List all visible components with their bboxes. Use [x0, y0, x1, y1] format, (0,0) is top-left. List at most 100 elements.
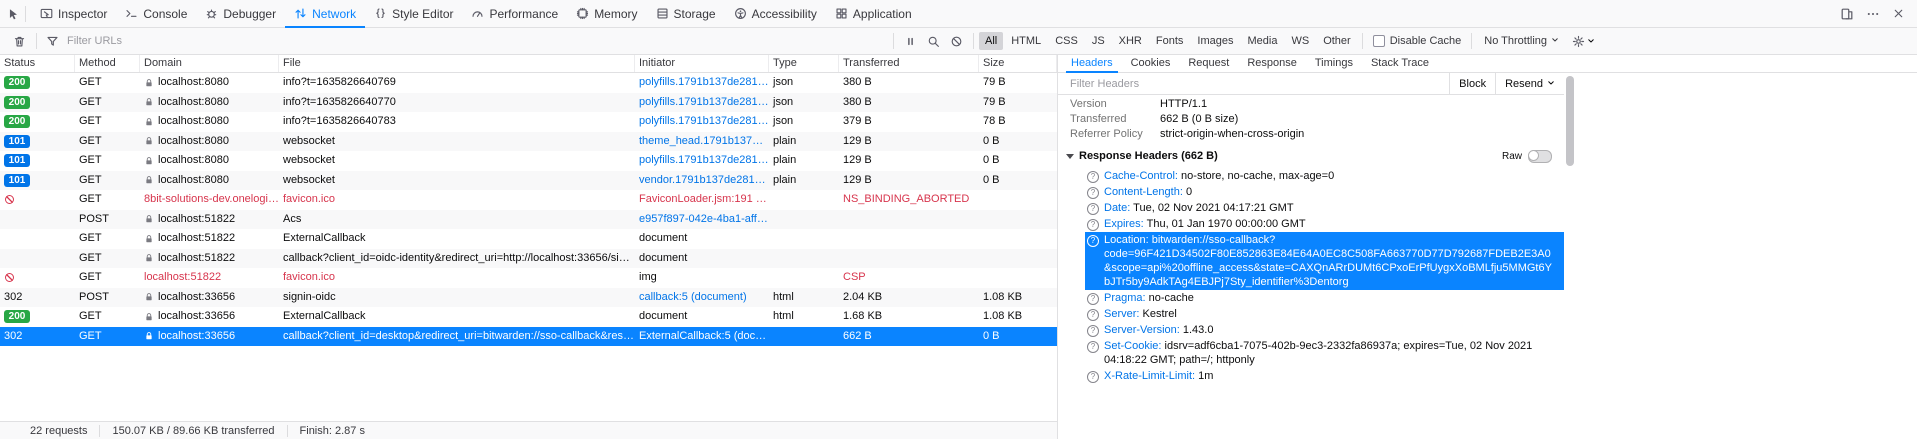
details-tab-cookies[interactable]: Cookies [1122, 55, 1180, 72]
block-requests-icon[interactable] [945, 35, 968, 48]
column-header-file[interactable]: File [279, 55, 635, 72]
responsive-design-icon[interactable] [1840, 7, 1854, 21]
meatball-menu-icon[interactable] [1866, 7, 1880, 21]
request-row[interactable]: GETlocalhost:51822callback?client_id=oid… [0, 249, 1057, 269]
details-tab-timings[interactable]: Timings [1306, 55, 1362, 72]
pause-recording-icon[interactable] [899, 35, 922, 48]
details-tab-stack-trace[interactable]: Stack Trace [1362, 55, 1438, 72]
throttling-dropdown[interactable]: No Throttling [1477, 35, 1566, 47]
column-header-transferred[interactable]: Transferred [839, 55, 979, 72]
filter-urls-input[interactable] [65, 34, 888, 48]
tab-network[interactable]: Network [285, 0, 365, 27]
tab-storage[interactable]: Storage [647, 0, 725, 27]
type-filter-html[interactable]: HTML [1005, 32, 1047, 50]
header-name[interactable]: Expires: [1104, 218, 1144, 230]
type-filter-media[interactable]: Media [1241, 32, 1283, 50]
type-filter-fonts[interactable]: Fonts [1150, 32, 1190, 50]
tab-debugger[interactable]: Debugger [196, 0, 285, 27]
type-filter-css[interactable]: CSS [1049, 32, 1084, 50]
tab-application[interactable]: Application [826, 0, 921, 27]
header-row-pragma[interactable]: ?Pragma: no-cache [1085, 290, 1564, 306]
node-picker-icon[interactable] [6, 7, 20, 21]
type-filter-images[interactable]: Images [1191, 32, 1239, 50]
type-filter-all[interactable]: All [979, 32, 1003, 50]
tab-inspector[interactable]: Inspector [31, 0, 116, 27]
tab-memory[interactable]: Memory [567, 0, 646, 27]
tab-performance[interactable]: Performance [462, 0, 567, 27]
lock-icon [144, 331, 154, 341]
header-name[interactable]: Cache-Control: [1104, 170, 1178, 182]
details-scrollbar[interactable] [1565, 73, 1575, 439]
type-cell [769, 249, 839, 269]
clear-requests-icon[interactable] [8, 35, 31, 48]
network-settings-button[interactable] [1572, 32, 1595, 50]
request-row[interactable]: POSTlocalhost:51822Acse957f897-042e-4ba1… [0, 210, 1057, 230]
request-row[interactable]: 101GETlocalhost:8080websockettheme_head.… [0, 132, 1057, 152]
header-row-content-length[interactable]: ?Content-Length: 0 [1085, 184, 1564, 200]
tab-accessibility[interactable]: Accessibility [725, 0, 826, 27]
tab-style-editor[interactable]: Style Editor [365, 0, 462, 27]
type-filter-xhr[interactable]: XHR [1113, 32, 1148, 50]
scrollbar-thumb[interactable] [1566, 76, 1574, 166]
type-filter-js[interactable]: JS [1086, 32, 1111, 50]
disable-cache-checkbox[interactable]: Disable Cache [1368, 35, 1467, 47]
header-row-x-rate-limit-limit[interactable]: ?X-Rate-Limit-Limit: 1m [1085, 368, 1564, 384]
filter-headers-input[interactable] [1058, 77, 1449, 91]
header-name[interactable]: Server: [1104, 308, 1139, 320]
request-row[interactable]: 101GETlocalhost:8080websocketpolyfills.1… [0, 151, 1057, 171]
header-name[interactable]: Server-Version: [1104, 324, 1180, 336]
details-tab-headers[interactable]: Headers [1062, 55, 1122, 72]
column-header-status[interactable]: Status [0, 55, 75, 72]
request-row[interactable]: 200GETlocalhost:8080info?t=1635826640769… [0, 73, 1057, 93]
column-header-method[interactable]: Method [75, 55, 140, 72]
domain-cell: localhost:8080 [140, 132, 279, 152]
tab-console[interactable]: Console [116, 0, 196, 27]
header-row-server[interactable]: ?Server: Kestrel [1085, 306, 1564, 322]
header-name[interactable]: Content-Length: [1104, 186, 1183, 198]
request-row[interactable]: 101GETlocalhost:8080websocketvendor.1791… [0, 171, 1057, 191]
header-row-cache-control[interactable]: ?Cache-Control: no-store, no-cache, max-… [1085, 168, 1564, 184]
header-row-server-version[interactable]: ?Server-Version: 1.43.0 [1085, 322, 1564, 338]
header-name[interactable]: X-Rate-Limit-Limit: [1104, 370, 1195, 382]
request-row[interactable]: 200GETlocalhost:8080info?t=1635826640770… [0, 93, 1057, 113]
resend-button[interactable]: Resend [1495, 73, 1564, 94]
header-value: no-cache [1149, 292, 1194, 304]
status-cell [0, 210, 75, 230]
lock-icon [144, 136, 154, 146]
header-name[interactable]: Date: [1104, 202, 1130, 214]
column-header-domain[interactable]: Domain [140, 55, 279, 72]
request-row[interactable]: 200GETlocalhost:8080info?t=1635826640783… [0, 112, 1057, 132]
response-headers-section[interactable]: Response Headers (662 B) Raw [1058, 145, 1564, 167]
request-row[interactable]: GETlocalhost:51822favicon.icoimgCSP [0, 268, 1057, 288]
header-name[interactable]: Pragma: [1104, 292, 1146, 304]
details-tab-request[interactable]: Request [1179, 55, 1238, 72]
request-row[interactable]: 200GETlocalhost:33656ExternalCallbackdoc… [0, 307, 1057, 327]
search-icon[interactable] [922, 35, 945, 48]
type-filter-ws[interactable]: WS [1285, 32, 1315, 50]
column-header-type[interactable]: Type [769, 55, 839, 72]
raw-toggle[interactable] [1528, 150, 1552, 163]
request-row[interactable]: GET8bit-solutions-dev.onelogin…favicon.i… [0, 190, 1057, 210]
details-tab-response[interactable]: Response [1238, 55, 1306, 72]
transferred-cell: CSP [839, 268, 979, 288]
toolbar-separator [36, 33, 37, 49]
initiator-cell: vendor.1791b137de281b787… [635, 171, 769, 191]
column-header-size[interactable]: Size [979, 55, 1057, 72]
header-name[interactable]: Set-Cookie: [1104, 340, 1161, 352]
close-devtools-icon[interactable] [1892, 7, 1905, 20]
domain-cell: localhost:8080 [140, 171, 279, 191]
status-cell: 101 [0, 132, 75, 152]
toolbox-tabs: InspectorConsoleDebuggerNetworkStyle Edi… [31, 0, 921, 27]
column-header-initiator[interactable]: Initiator [635, 55, 769, 72]
request-row[interactable]: 302GETlocalhost:33656callback?client_id=… [0, 327, 1057, 347]
request-row[interactable]: GETlocalhost:51822ExternalCallbackdocume… [0, 229, 1057, 249]
header-name[interactable]: Location: [1104, 234, 1149, 246]
header-row-set-cookie[interactable]: ?Set-Cookie: idsrv=adf6cba1-7075-402b-9e… [1085, 338, 1564, 368]
block-url-button[interactable]: Block [1449, 73, 1495, 94]
type-filter-other[interactable]: Other [1317, 32, 1357, 50]
type-cell [769, 229, 839, 249]
header-row-date[interactable]: ?Date: Tue, 02 Nov 2021 04:17:21 GMT [1085, 200, 1564, 216]
request-row[interactable]: 302POSTlocalhost:33656signin-oidccallbac… [0, 288, 1057, 308]
header-row-location[interactable]: ?Location: bitwarden://sso-callback?code… [1085, 232, 1564, 290]
header-row-expires[interactable]: ?Expires: Thu, 01 Jan 1970 00:00:00 GMT [1085, 216, 1564, 232]
